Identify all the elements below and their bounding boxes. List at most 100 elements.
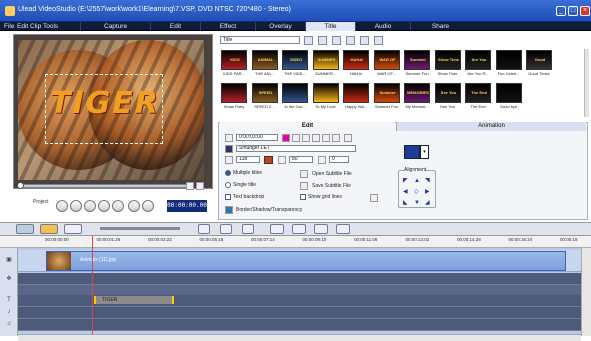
timeline-ruler[interactable] bbox=[0, 236, 591, 248]
single-title-radio[interactable] bbox=[225, 182, 231, 188]
scrub-bar[interactable] bbox=[18, 184, 194, 188]
save-subtitle-icon[interactable] bbox=[300, 182, 308, 190]
multiple-titles-radio[interactable] bbox=[225, 170, 231, 176]
library-category-select[interactable]: Title bbox=[220, 36, 300, 44]
align-center-button[interactable] bbox=[322, 134, 330, 142]
library-scrollbar[interactable] bbox=[584, 49, 589, 117]
home-button[interactable] bbox=[70, 200, 82, 212]
title-preset-thumbnail[interactable]: SPEED bbox=[251, 83, 278, 103]
font-select[interactable]: Smudger LET bbox=[236, 145, 356, 152]
expand-icon[interactable] bbox=[374, 36, 383, 45]
view-icon[interactable] bbox=[360, 36, 369, 45]
align-bottom-right-icon[interactable]: ◢ bbox=[425, 200, 430, 206]
title-preset-thumbnail[interactable]: HAHA! bbox=[343, 50, 369, 70]
title-preset-thumbnail[interactable] bbox=[282, 83, 308, 103]
align-right-button[interactable] bbox=[332, 134, 340, 142]
open-subtitle-label[interactable]: Open Subtitle File bbox=[312, 171, 352, 177]
timeline-vertical-scrollbar[interactable] bbox=[581, 248, 591, 336]
menu-tools[interactable]: Tools bbox=[43, 23, 58, 30]
title-preset-thumbnail[interactable]: The End bbox=[465, 83, 491, 103]
duration-field[interactable]: 0:00:03:00 bbox=[236, 134, 278, 141]
border-icon[interactable] bbox=[225, 206, 233, 214]
title-preset-thumbnail[interactable] bbox=[312, 83, 339, 103]
end-button[interactable] bbox=[112, 200, 124, 212]
text-color-button[interactable] bbox=[404, 145, 420, 159]
title-preset-thumbnail[interactable]: VIDEO bbox=[282, 50, 308, 70]
project-label[interactable]: Project bbox=[33, 199, 49, 205]
step-effect[interactable]: Effect bbox=[200, 22, 255, 31]
maximize-button[interactable]: □ bbox=[568, 6, 578, 16]
title-overlay-text[interactable]: TIGER bbox=[50, 86, 160, 121]
volume-button[interactable] bbox=[142, 200, 154, 212]
title-preset-thumbnail[interactable]: Summer bbox=[404, 50, 430, 70]
close-button[interactable]: × bbox=[580, 6, 590, 16]
timeline-view-button[interactable] bbox=[40, 224, 58, 234]
minimize-button[interactable]: _ bbox=[556, 6, 566, 16]
align-left-button[interactable] bbox=[312, 134, 320, 142]
play-button[interactable] bbox=[56, 200, 68, 212]
tab-animation[interactable]: Animation bbox=[396, 122, 586, 131]
chapter-icon[interactable] bbox=[336, 224, 350, 234]
video-clip[interactable] bbox=[46, 251, 566, 271]
previous-frame-button[interactable] bbox=[84, 200, 96, 212]
align-left-icon[interactable]: ◀ bbox=[403, 189, 408, 195]
title-preset-thumbnail[interactable]: SUMMER bbox=[312, 50, 339, 70]
scrub-knob[interactable] bbox=[17, 182, 24, 189]
title-preset-thumbnail[interactable]: WAR OF bbox=[373, 50, 400, 70]
repeat-button[interactable] bbox=[128, 200, 140, 212]
preview-expand-icon[interactable] bbox=[196, 182, 204, 190]
title-preset-thumbnail[interactable]: KIDS bbox=[221, 50, 247, 70]
title-preset-thumbnail[interactable]: See You bbox=[434, 83, 461, 103]
align-top-icon[interactable]: ▲ bbox=[414, 178, 420, 184]
thumbnail-icon[interactable] bbox=[332, 36, 341, 45]
step-overlay[interactable]: Overlay bbox=[255, 22, 305, 31]
step-audio[interactable]: Audio bbox=[355, 22, 410, 31]
zoom-slider[interactable] bbox=[100, 227, 180, 230]
undo-icon[interactable] bbox=[220, 224, 232, 234]
timecode-display[interactable]: 00:00:00.00 bbox=[167, 200, 207, 212]
title-preset-thumbnail[interactable]: Are You bbox=[465, 50, 491, 70]
timeline-horizontal-scrollbar[interactable] bbox=[18, 334, 581, 341]
folder-icon[interactable] bbox=[304, 36, 313, 45]
step-edit[interactable]: Edit bbox=[150, 22, 200, 31]
step-share[interactable]: Share bbox=[410, 22, 470, 31]
align-top-right-icon[interactable]: ◥ bbox=[425, 178, 430, 184]
align-bottom-icon[interactable]: ▼ bbox=[414, 200, 420, 206]
title-preset-thumbnail[interactable]: Show Time bbox=[434, 50, 461, 70]
record-icon[interactable] bbox=[270, 224, 284, 234]
title-preset-thumbnail[interactable]: ANIMAL bbox=[251, 50, 278, 70]
title-preset-thumbnail[interactable] bbox=[221, 83, 247, 103]
next-frame-button[interactable] bbox=[98, 200, 110, 212]
bold-button[interactable] bbox=[282, 134, 290, 142]
title-preset-thumbnail[interactable]: Good bbox=[526, 50, 552, 70]
font-size-field[interactable]: 138 bbox=[236, 156, 260, 163]
save-subtitle-label[interactable]: Save Subtitle File bbox=[312, 183, 351, 189]
track-manager-icon[interactable] bbox=[314, 224, 328, 234]
sort-icon[interactable] bbox=[346, 36, 355, 45]
video-preview[interactable]: TIGER bbox=[18, 40, 204, 180]
italic-button[interactable] bbox=[292, 134, 300, 142]
angle-field[interactable]: 0 bbox=[329, 156, 349, 163]
border-shadow-label[interactable]: Border/Shadow/Transparency bbox=[236, 207, 302, 213]
redo-icon[interactable] bbox=[242, 224, 254, 234]
playhead[interactable] bbox=[92, 236, 93, 334]
storyboard-view-button[interactable] bbox=[16, 224, 34, 234]
step-title[interactable]: Title bbox=[305, 22, 355, 31]
tab-edit[interactable]: Edit bbox=[220, 122, 395, 131]
menu-edit[interactable]: Edit bbox=[17, 23, 28, 30]
menu-file[interactable]: File bbox=[4, 23, 14, 30]
line-spacing-field[interactable]: 80 bbox=[289, 156, 313, 163]
show-grid-checkbox[interactable] bbox=[300, 194, 306, 200]
smart-proxy-icon[interactable] bbox=[292, 224, 306, 234]
title-preset-thumbnail[interactable]: Summer bbox=[373, 83, 400, 103]
audio-view-button[interactable] bbox=[64, 224, 82, 234]
title-preset-thumbnail[interactable]: MEMORIES bbox=[404, 83, 430, 103]
color-dropdown-icon[interactable]: ▾ bbox=[420, 145, 429, 159]
step-capture[interactable]: Capture bbox=[80, 22, 150, 31]
font-color-swatch[interactable] bbox=[264, 156, 273, 164]
menu-clip[interactable]: Clip bbox=[30, 23, 41, 30]
title-preset-thumbnail[interactable] bbox=[343, 83, 369, 103]
align-center-icon[interactable]: ◇ bbox=[414, 189, 419, 195]
align-right-icon[interactable]: ▶ bbox=[425, 189, 430, 195]
align-bottom-left-icon[interactable]: ◣ bbox=[403, 200, 408, 206]
